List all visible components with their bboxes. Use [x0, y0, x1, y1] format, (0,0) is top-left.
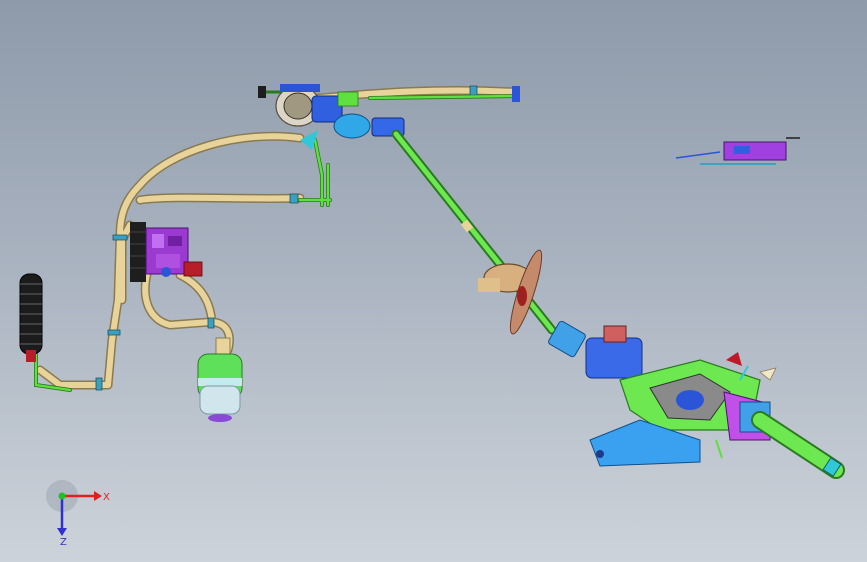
x-arrowhead	[94, 491, 102, 501]
accumulator-canister[interactable]	[197, 337, 243, 422]
cad-3d-viewport[interactable]: X Z	[0, 0, 867, 562]
firewall-boot-seal[interactable]	[478, 248, 547, 337]
x-axis-label: X	[103, 492, 110, 503]
y-axis-dot	[58, 492, 66, 500]
steering-column-assembly[interactable]	[548, 320, 845, 479]
corrugated-reservoir-tube[interactable]	[19, 273, 43, 362]
axis-triad: X Z	[46, 480, 110, 548]
z-axis-label: Z	[60, 537, 67, 548]
valve-block-module[interactable]	[130, 222, 203, 282]
steering-assembly-model[interactable]	[0, 0, 867, 562]
z-arrowhead	[57, 528, 67, 536]
hose-harness[interactable]	[35, 85, 520, 391]
floating-bracket-part[interactable]	[675, 137, 800, 165]
